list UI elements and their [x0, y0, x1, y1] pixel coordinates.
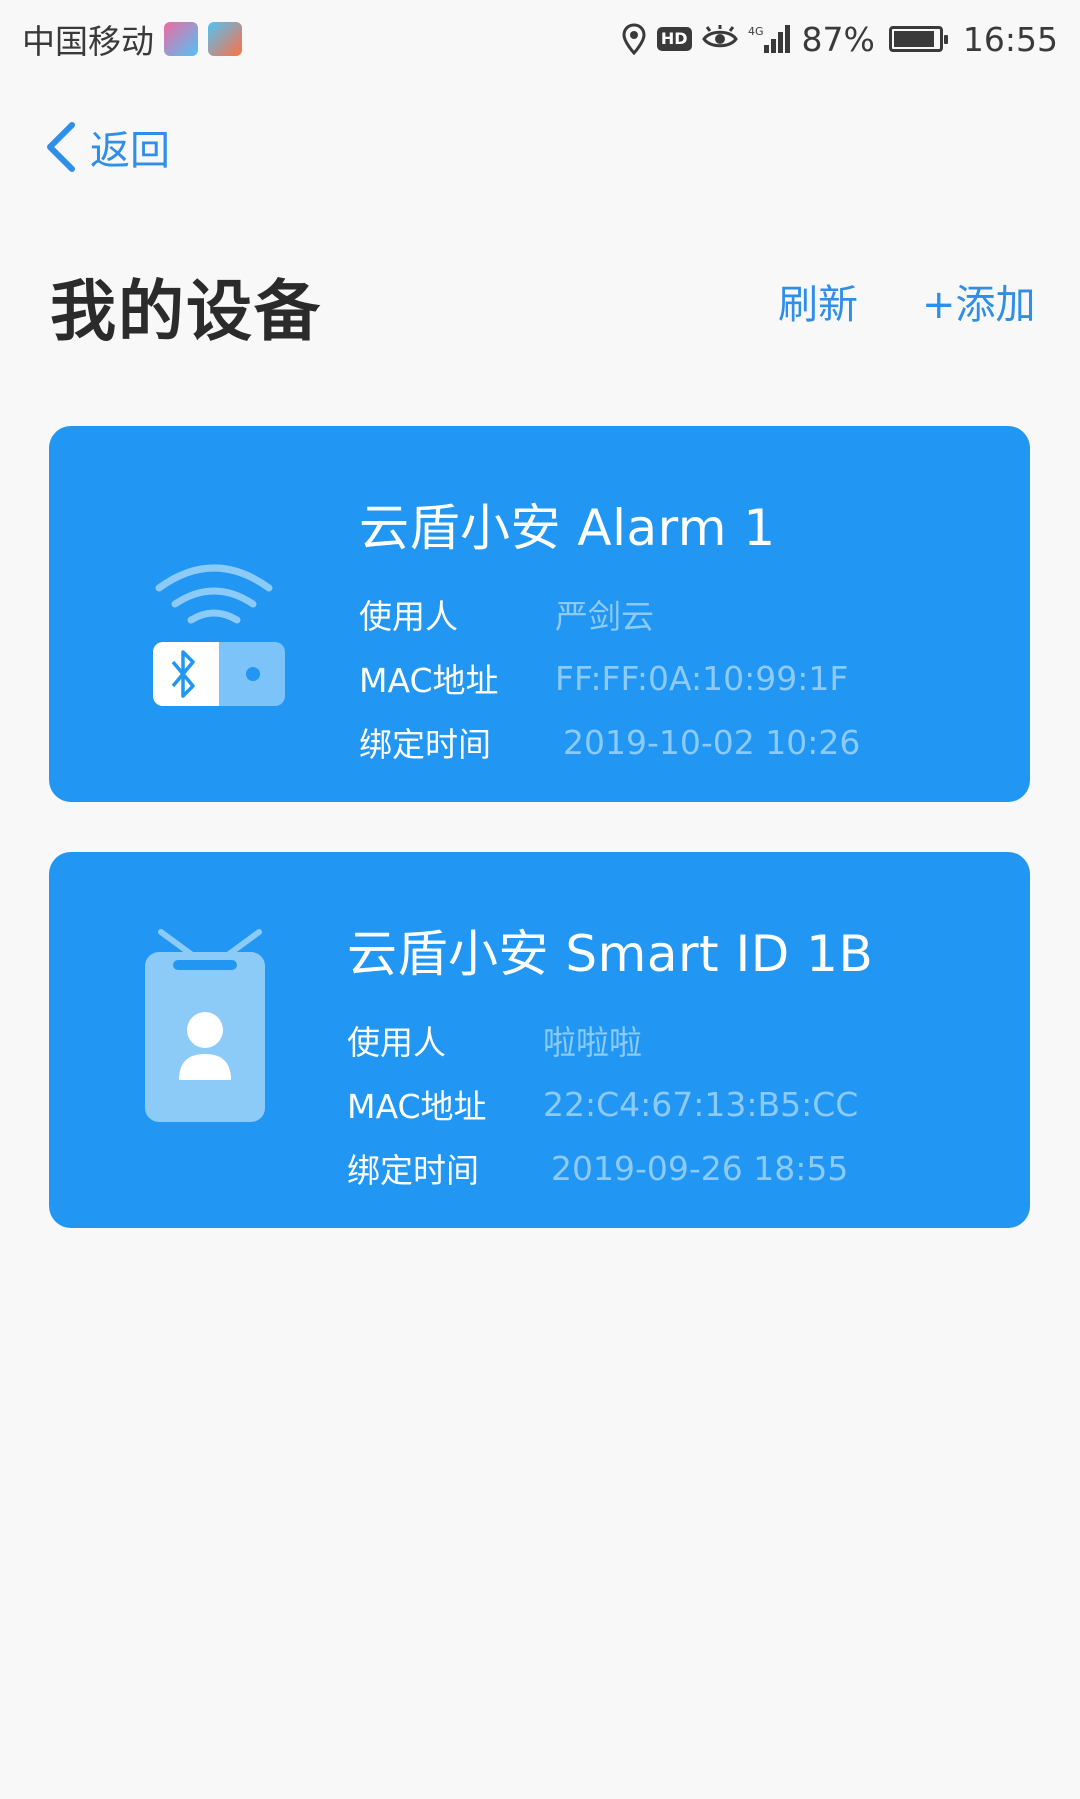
eye-icon: [701, 25, 738, 53]
page-title: 我的设备: [50, 273, 322, 350]
bind-time-label: 绑定时间: [359, 725, 491, 764]
status-bar: 中国移动 HD 4G 87% 16:55: [0, 0, 1080, 78]
user-value: 严剑云: [555, 597, 654, 636]
app-notification-icon: [208, 22, 242, 56]
id-badge-icon: [89, 912, 299, 1162]
bind-time-row: 绑定时间 2019-10-02 10:26: [359, 710, 860, 774]
refresh-button[interactable]: 刷新: [778, 272, 858, 330]
mac-label: MAC地址: [359, 661, 499, 700]
signal-icon: 4G: [748, 23, 792, 55]
battery-percent: 87%: [801, 19, 875, 59]
svg-text:4G: 4G: [748, 25, 764, 38]
device-name: 云盾小安 Alarm 1: [359, 499, 776, 557]
device-card[interactable]: 云盾小安 Smart ID 1B 使用人 啦啦啦 MAC地址 22:C4:67:…: [49, 852, 1030, 1228]
mac-row: MAC地址 FF:FF:0A:10:99:1F: [359, 646, 860, 710]
back-label: 返回: [90, 128, 170, 174]
user-label: 使用人: [359, 597, 458, 636]
app-notification-icon: [164, 22, 198, 56]
add-device-button[interactable]: +添加: [922, 272, 1036, 330]
device-info: 云盾小安 Alarm 1 使用人 严剑云 MAC地址 FF:FF:0A:10:9…: [359, 488, 860, 774]
bind-time-label: 绑定时间: [347, 1151, 479, 1190]
status-right: HD 4G 87% 16:55: [621, 20, 1058, 59]
chevron-left-icon: [44, 122, 76, 172]
user-value: 啦啦啦: [543, 1023, 642, 1062]
bind-time-value: 2019-09-26 18:55: [551, 1148, 849, 1188]
battery-icon: [888, 26, 948, 52]
bluetooth-alarm-icon: [89, 486, 299, 736]
user-label: 使用人: [347, 1023, 446, 1062]
mac-value: 22:C4:67:13:B5:CC: [543, 1084, 859, 1124]
device-card[interactable]: 云盾小安 Alarm 1 使用人 严剑云 MAC地址 FF:FF:0A:10:9…: [49, 426, 1030, 802]
mac-value: FF:FF:0A:10:99:1F: [555, 658, 849, 698]
carrier-label: 中国移动: [22, 22, 154, 61]
mac-label: MAC地址: [347, 1087, 487, 1126]
clock: 16:55: [962, 19, 1058, 59]
device-name: 云盾小安 Smart ID 1B: [347, 925, 874, 983]
device-info: 云盾小安 Smart ID 1B 使用人 啦啦啦 MAC地址 22:C4:67:…: [347, 914, 873, 1200]
user-row: 使用人 严剑云: [359, 582, 860, 646]
back-button[interactable]: 返回: [44, 112, 170, 182]
user-row: 使用人 啦啦啦: [347, 1008, 873, 1072]
location-icon: [621, 23, 647, 55]
mac-row: MAC地址 22:C4:67:13:B5:CC: [347, 1072, 873, 1136]
hd-icon: HD: [656, 27, 692, 51]
bind-time-row: 绑定时间 2019-09-26 18:55: [347, 1136, 873, 1200]
bind-time-value: 2019-10-02 10:26: [563, 722, 861, 762]
status-left: 中国移动: [22, 15, 242, 63]
